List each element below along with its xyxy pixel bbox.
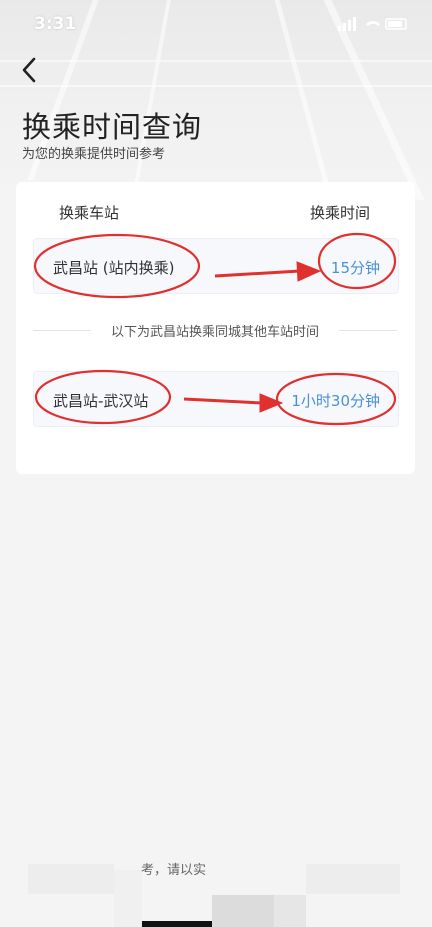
column-header-station: 换乘车站 <box>59 204 120 222</box>
blurred-region <box>212 895 274 927</box>
chevron-left-icon <box>22 57 36 83</box>
divider-text: 以下为武昌站换乘同城其他车站时间 <box>110 325 319 340</box>
section-divider: 以下为武昌站换乘同城其他车站时间 <box>33 320 397 340</box>
transfer-row: 武昌站-武汉站 1小时30分钟 <box>33 371 399 427</box>
blurred-region <box>114 870 142 927</box>
transfer-row: 武昌站 (站内换乘) 15分钟 <box>33 238 399 294</box>
transfer-time: 15分钟 <box>330 259 380 277</box>
page-subtitle: 为您的换乘提供时间参考 <box>22 147 166 162</box>
column-header-time: 换乘时间 <box>309 204 370 222</box>
blurred-region <box>274 895 306 927</box>
transfer-time: 1小时30分钟 <box>291 392 380 410</box>
status-icons <box>338 17 407 31</box>
footer-note: 考，请以实 <box>141 863 207 878</box>
transfer-card: 换乘车站 换乘时间 武昌站 (站内换乘) 15分钟 以下为武昌站换乘同城其他车站… <box>16 182 415 474</box>
blurred-region <box>306 864 400 894</box>
back-button[interactable] <box>16 54 44 86</box>
status-time: 3:31 <box>34 14 77 34</box>
transfer-station: 武昌站 (站内换乘) <box>53 259 175 277</box>
blurred-region <box>28 864 114 894</box>
home-indicator <box>142 921 212 927</box>
transfer-station: 武昌站-武汉站 <box>53 392 149 410</box>
status-bar: 3:31 <box>0 8 432 36</box>
page-title: 换乘时间查询 <box>22 110 203 144</box>
